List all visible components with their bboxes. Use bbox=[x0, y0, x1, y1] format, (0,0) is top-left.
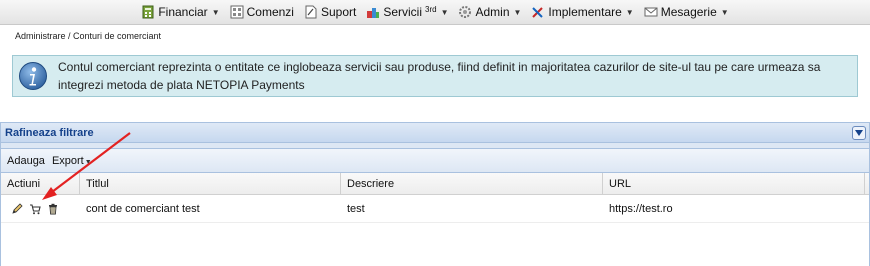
edit-pencil-icon[interactable] bbox=[11, 202, 23, 215]
nav-financiar-label: Financiar bbox=[158, 5, 208, 19]
envelope-icon bbox=[644, 5, 658, 19]
column-header-descriere[interactable]: Descriere bbox=[341, 173, 603, 194]
chevron-down-icon: ▼ bbox=[513, 7, 522, 17]
expand-filters-button[interactable] bbox=[852, 126, 866, 140]
nav-servicii-label: Servicii bbox=[383, 5, 422, 19]
chevron-down-icon: ▼ bbox=[211, 7, 220, 17]
chevron-down-icon bbox=[855, 130, 863, 136]
breadcrumb: Administrare / Conturi de comerciant bbox=[15, 31, 162, 41]
trash-icon[interactable] bbox=[47, 203, 59, 215]
cart-icon[interactable] bbox=[29, 203, 41, 215]
merchant-accounts-panel: Rafineaza filtrare Adauga Export▼ Actiun… bbox=[0, 122, 870, 266]
header-scroll-cap bbox=[865, 173, 869, 194]
add-button[interactable]: Adauga bbox=[7, 155, 45, 167]
nav-admin[interactable]: Admin ▼ bbox=[458, 5, 521, 19]
nav-financiar[interactable]: Financiar ▼ bbox=[141, 5, 220, 19]
nav-suport-label: Suport bbox=[320, 5, 357, 19]
chevron-down-icon: ▼ bbox=[440, 7, 449, 17]
chevron-down-icon: ▼ bbox=[625, 7, 634, 17]
tools-icon bbox=[531, 5, 545, 19]
table-header: Actiuni Titlul Descriere URL bbox=[1, 173, 869, 195]
export-button[interactable]: Export▼ bbox=[52, 155, 92, 167]
column-header-url[interactable]: URL bbox=[603, 173, 865, 194]
info-box: Contul comerciant reprezinta o entitate … bbox=[12, 55, 858, 97]
column-header-actiuni[interactable]: Actiuni bbox=[1, 173, 80, 194]
chevron-down-icon: ▼ bbox=[84, 158, 92, 166]
nav-servicii-sup: 3rd bbox=[425, 4, 437, 14]
chevron-down-icon: ▼ bbox=[720, 7, 729, 17]
cell-title: cont de comerciant test bbox=[86, 202, 200, 215]
filter-panel-title: Rafineaza filtrare bbox=[5, 126, 94, 139]
nav-suport[interactable]: Suport bbox=[304, 5, 356, 19]
export-label: Export bbox=[51, 154, 84, 167]
column-header-titlul[interactable]: Titlul bbox=[80, 173, 341, 194]
puzzle-icon bbox=[366, 5, 380, 19]
info-message: Contul comerciant reprezinta o entitate … bbox=[58, 58, 820, 94]
table-row[interactable]: cont de comerciant test test https://tes… bbox=[1, 195, 869, 223]
info-line-1: Contul comerciant reprezinta o entitate … bbox=[58, 60, 821, 74]
nav-comenzi-label: Comenzi bbox=[246, 5, 294, 19]
info-icon bbox=[19, 62, 47, 90]
filter-panel-header[interactable]: Rafineaza filtrare bbox=[1, 122, 869, 143]
cell-url: https://test.ro bbox=[609, 202, 673, 215]
nav-implementare[interactable]: Implementare ▼ bbox=[531, 5, 634, 19]
orders-icon bbox=[230, 5, 244, 19]
nav-servicii[interactable]: Servicii 3rd ▼ bbox=[366, 5, 448, 19]
row-actions bbox=[1, 195, 80, 222]
top-navigation: Financiar ▼ Comenzi Suport Servicii 3rd … bbox=[0, 0, 870, 25]
document-icon bbox=[304, 5, 318, 19]
calculator-icon bbox=[141, 5, 155, 19]
info-line-2: integrezi metoda de plata NETOPIA Paymen… bbox=[58, 78, 305, 92]
grid-toolbar: Adauga Export▼ bbox=[1, 148, 869, 173]
cell-description: test bbox=[347, 202, 365, 215]
gear-icon bbox=[458, 5, 472, 19]
nav-admin-label: Admin bbox=[475, 5, 510, 19]
nav-mesagerie-label: Mesagerie bbox=[660, 5, 717, 19]
nav-mesagerie[interactable]: Mesagerie ▼ bbox=[644, 5, 729, 19]
nav-implementare-label: Implementare bbox=[548, 5, 622, 19]
nav-comenzi[interactable]: Comenzi bbox=[230, 5, 294, 19]
